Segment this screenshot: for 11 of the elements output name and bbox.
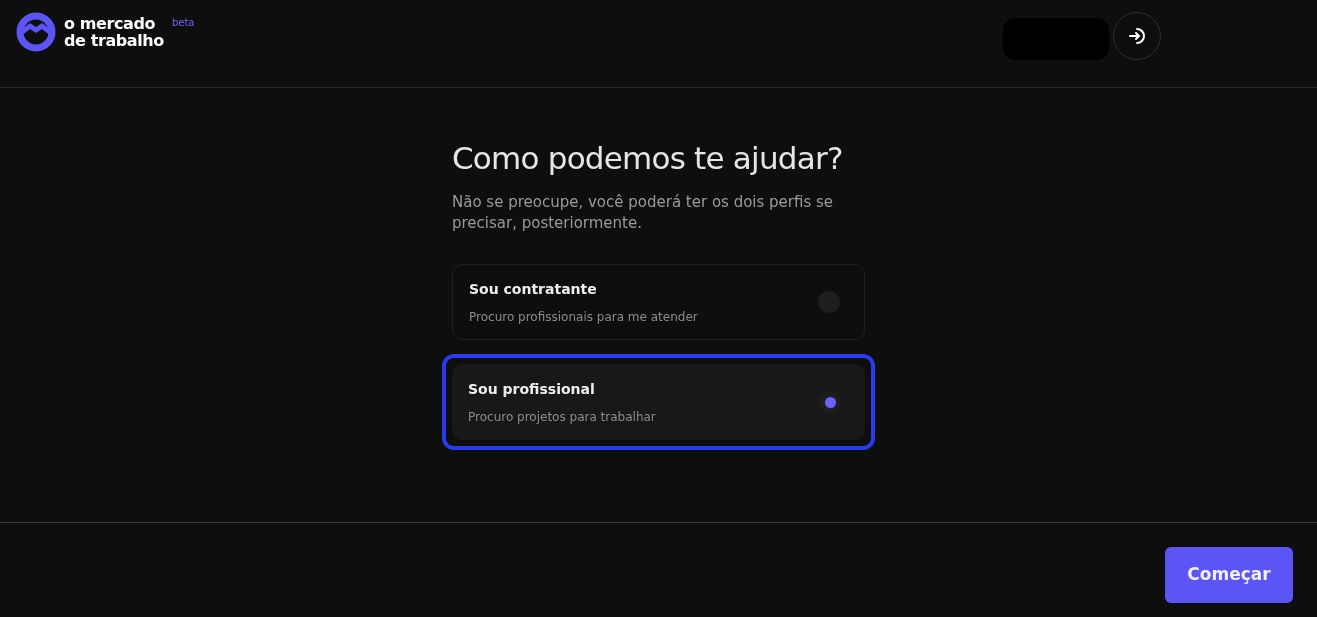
logo-text: o mercado — [64, 15, 157, 32]
logo-text: de trabalho — [64, 32, 164, 49]
option-card[interactable]: Sou profissional Procuro projetos para trabalhar — [452, 364, 865, 440]
page-title: Como podemos te ajudar? — [452, 139, 844, 178]
sign-in-icon — [1127, 26, 1147, 46]
radio-button[interactable] — [819, 391, 841, 413]
beta-label: beta — [171, 16, 195, 30]
option-card[interactable]: Sou contratante Procuro profissionais para me atender — [452, 264, 865, 340]
page-subtitle: Não se preocupe, você poderá ter os dois perfis se precisar, posteriormente. — [452, 192, 835, 234]
logo-icon — [16, 12, 56, 52]
start-button[interactable]: Começar — [1165, 547, 1293, 603]
